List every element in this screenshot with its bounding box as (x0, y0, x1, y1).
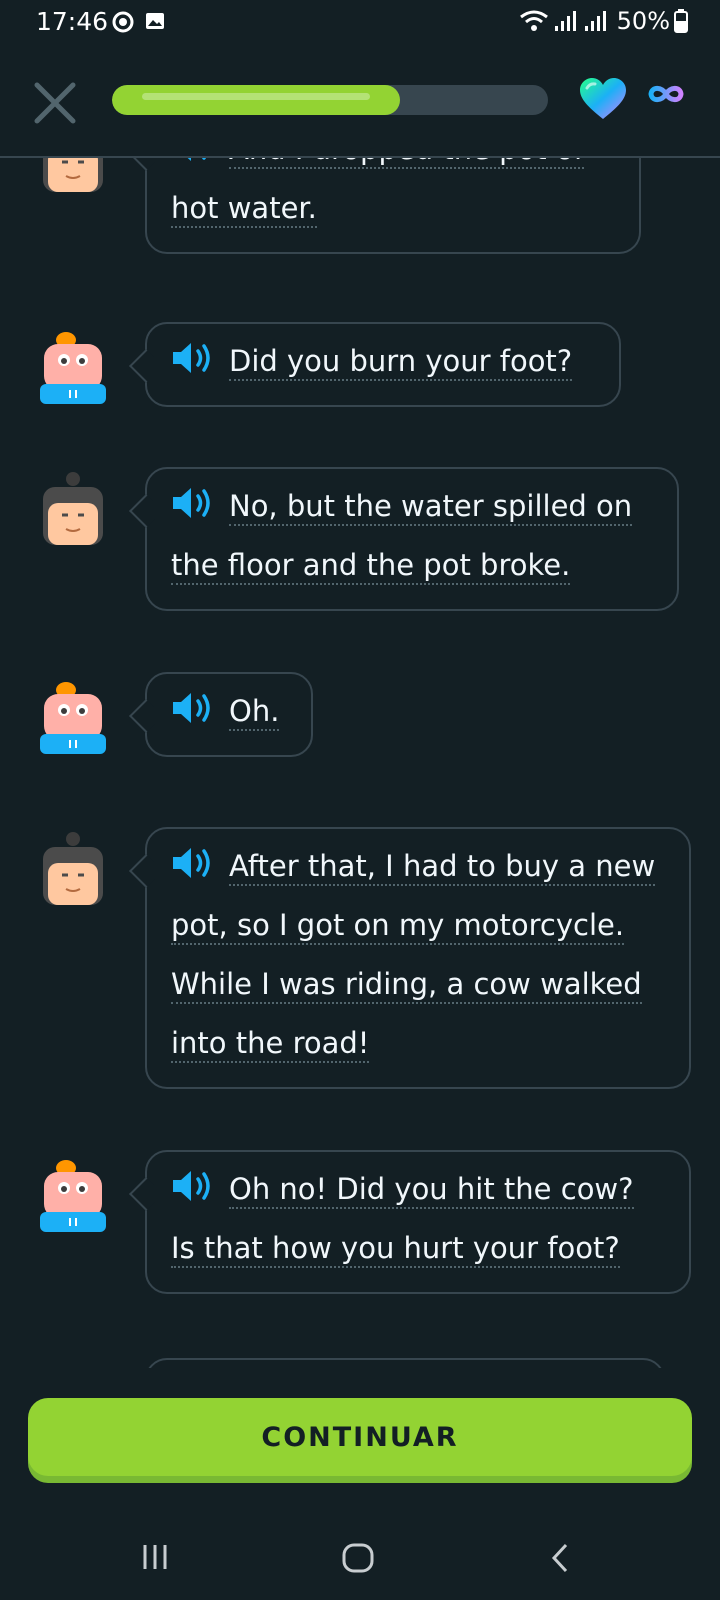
gradient-heart-icon[interactable] (578, 77, 628, 121)
man-avatar (43, 472, 103, 545)
lily-avatar (40, 1160, 106, 1232)
lesson-progress-bar (112, 85, 548, 115)
speaker-icon[interactable] (171, 691, 215, 725)
message-bubble[interactable]: Did you burn your foot? (145, 322, 621, 407)
gear-notification-icon (112, 11, 134, 33)
battery-percent: 50% (616, 7, 670, 35)
message-bubble[interactable]: No, but the water spilled on the floor a… (145, 467, 679, 611)
message-text[interactable]: Did you burn your foot? (229, 344, 573, 381)
close-icon[interactable] (30, 78, 80, 128)
message-text[interactable]: After that, I had to buy a new pot, so I… (171, 849, 656, 1063)
message-text[interactable]: No, but the water spilled on the floor a… (171, 489, 633, 585)
status-time: 17:46 (36, 7, 109, 36)
battery-icon (674, 9, 688, 33)
lesson-header (0, 60, 720, 158)
message-bubble[interactable]: Oh. (145, 672, 313, 757)
continue-button[interactable]: CONTINUAR (28, 1398, 692, 1476)
message-bubble[interactable]: After that, I had to buy a new pot, so I… (145, 827, 691, 1089)
progress-fill (112, 85, 400, 115)
signal-icon (584, 11, 606, 31)
signal-icon (554, 11, 576, 31)
progress-shine (142, 93, 370, 100)
message-text[interactable]: Oh no! Did you hit the cow? Is that how … (171, 1172, 634, 1268)
home-icon[interactable] (341, 1542, 375, 1574)
infinity-icon (648, 85, 684, 103)
back-icon[interactable] (548, 1542, 572, 1574)
speaker-icon[interactable] (171, 341, 215, 375)
system-navigation-bar (0, 1510, 720, 1600)
image-notification-icon (146, 13, 164, 29)
conversation: And I dropped the pot of hot water. Did … (0, 140, 720, 1368)
recent-apps-icon[interactable] (140, 1542, 170, 1572)
message-bubble[interactable]: Oh no! Did you hit the cow? Is that how … (145, 1150, 691, 1294)
lily-avatar (40, 332, 106, 404)
wifi-icon (519, 10, 548, 31)
message-bubble (145, 1358, 665, 1368)
man-avatar (43, 832, 103, 905)
speaker-icon[interactable] (171, 1169, 215, 1203)
lily-avatar (40, 682, 106, 754)
speaker-icon[interactable] (171, 846, 215, 880)
message-text[interactable]: Oh. (229, 694, 280, 731)
speaker-icon[interactable] (171, 486, 215, 520)
status-bar: 17:46 50% (0, 0, 720, 48)
